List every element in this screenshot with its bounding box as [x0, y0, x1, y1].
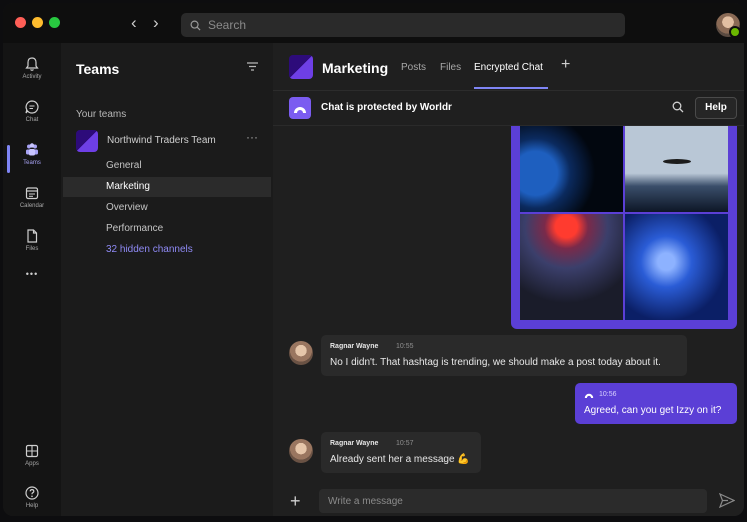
rail-label: Calendar [19, 203, 45, 209]
message-author: Ragnar Wayne [330, 343, 379, 350]
shared-image-space-shuttle[interactable] [625, 126, 728, 212]
search-icon [190, 20, 201, 31]
team-northwind-traders[interactable]: Northwind Traders Team ··· [76, 129, 266, 153]
shared-image-lava-flow[interactable] [520, 214, 623, 320]
avatar[interactable] [289, 341, 313, 365]
channel-header: Marketing Posts Files Encrypted Chat + [273, 43, 744, 90]
message-time: 10:55 [396, 343, 414, 350]
presence-status-icon [729, 26, 741, 38]
active-tab-indicator [474, 87, 548, 89]
rail-item-files[interactable]: Files [3, 228, 61, 266]
message-input[interactable] [319, 489, 707, 513]
apps-icon [25, 444, 39, 458]
chat-icon [25, 100, 39, 114]
tab-encrypted-chat[interactable]: Encrypted Chat [474, 62, 543, 73]
channel-performance[interactable]: Performance [63, 219, 271, 239]
rail-item-chat[interactable]: Chat [3, 99, 61, 137]
channel-logo-icon [289, 55, 313, 79]
channel-marketing[interactable]: Marketing [63, 177, 271, 197]
hidden-channels-link[interactable]: 32 hidden channels [63, 240, 271, 260]
channel-main: Marketing Posts Files Encrypted Chat + C… [273, 43, 744, 516]
encryption-banner: Chat is protected by Worldr Help [273, 91, 744, 125]
teams-icon [26, 143, 38, 156]
rail-item-apps[interactable]: Apps [3, 443, 61, 481]
panel-title: Teams [76, 61, 120, 77]
worldr-logo-icon [289, 97, 311, 119]
search-input[interactable] [206, 17, 610, 33]
message-time: 10:57 [396, 440, 414, 447]
bell-icon [25, 57, 39, 71]
shared-image-grid[interactable] [511, 126, 737, 329]
rail-label: Help [25, 503, 39, 509]
search-bar[interactable] [181, 13, 625, 37]
your-teams-label: Your teams [76, 109, 127, 120]
channel-title: Marketing [322, 60, 389, 76]
add-attachment-icon[interactable]: + [290, 491, 301, 512]
rail-item-teams[interactable]: Teams [3, 142, 61, 180]
send-icon[interactable] [719, 493, 735, 508]
app-rail: Activity Chat Teams Calendar Files ••• A… [3, 43, 61, 516]
rail-label: Chat [25, 117, 39, 123]
add-tab-icon[interactable]: + [561, 56, 570, 74]
rail-label: Files [25, 246, 39, 252]
channel-general[interactable]: General [63, 156, 271, 176]
shared-image-earth-horizon[interactable] [520, 126, 623, 212]
calendar-icon [25, 187, 39, 200]
team-logo-icon [76, 130, 98, 152]
filter-icon[interactable] [246, 61, 259, 72]
own-message-item: 10:56 Agreed, can you get Izzy on it? [575, 383, 737, 424]
avatar[interactable] [289, 439, 313, 463]
message-author: Ragnar Wayne [330, 440, 379, 447]
rail-item-calendar[interactable]: Calendar [3, 185, 61, 223]
tab-files[interactable]: Files [440, 62, 461, 73]
rail-label: Activity [22, 74, 42, 80]
more-apps-label: ••• [25, 269, 39, 279]
rail-label: Teams [23, 160, 41, 166]
more-apps-icon[interactable]: ••• [3, 269, 61, 307]
help-icon [25, 486, 39, 500]
file-icon [27, 229, 38, 243]
team-name: Northwind Traders Team [107, 135, 216, 146]
title-bar: ‹ › [3, 3, 744, 43]
profile-avatar[interactable] [716, 13, 741, 38]
rail-label: Apps [25, 461, 39, 467]
minimize-window-button[interactable] [32, 17, 43, 28]
forward-arrow-icon[interactable]: › [153, 13, 159, 33]
tab-posts[interactable]: Posts [401, 62, 426, 73]
channel-overview[interactable]: Overview [63, 198, 271, 218]
banner-text: Chat is protected by Worldr [321, 102, 452, 113]
app-window: ‹ › Activity Chat [3, 3, 744, 516]
message-text: No I didn't. That hashtag is trending, w… [330, 357, 661, 368]
worldr-logo-icon [584, 393, 594, 398]
message-item: Ragnar Wayne 10:57 Already sent her a me… [321, 432, 481, 473]
rail-item-help[interactable]: Help [3, 485, 61, 516]
more-options-icon[interactable]: ··· [246, 130, 258, 144]
message-item: Ragnar Wayne 10:55 No I didn't. That has… [321, 335, 687, 376]
help-button[interactable]: Help [695, 97, 737, 119]
back-arrow-icon[interactable]: ‹ [131, 13, 137, 33]
teams-panel: Teams Your teams Northwind Traders Team … [61, 43, 273, 516]
shared-image-ocean-satellite[interactable] [625, 214, 728, 320]
message-text: Already sent her a message 💪 [330, 454, 470, 465]
search-icon[interactable] [672, 101, 684, 113]
close-window-button[interactable] [15, 17, 26, 28]
rail-item-activity[interactable]: Activity [3, 56, 61, 94]
message-text: Agreed, can you get Izzy on it? [584, 405, 722, 416]
maximize-window-button[interactable] [49, 17, 60, 28]
message-time: 10:56 [599, 391, 617, 398]
